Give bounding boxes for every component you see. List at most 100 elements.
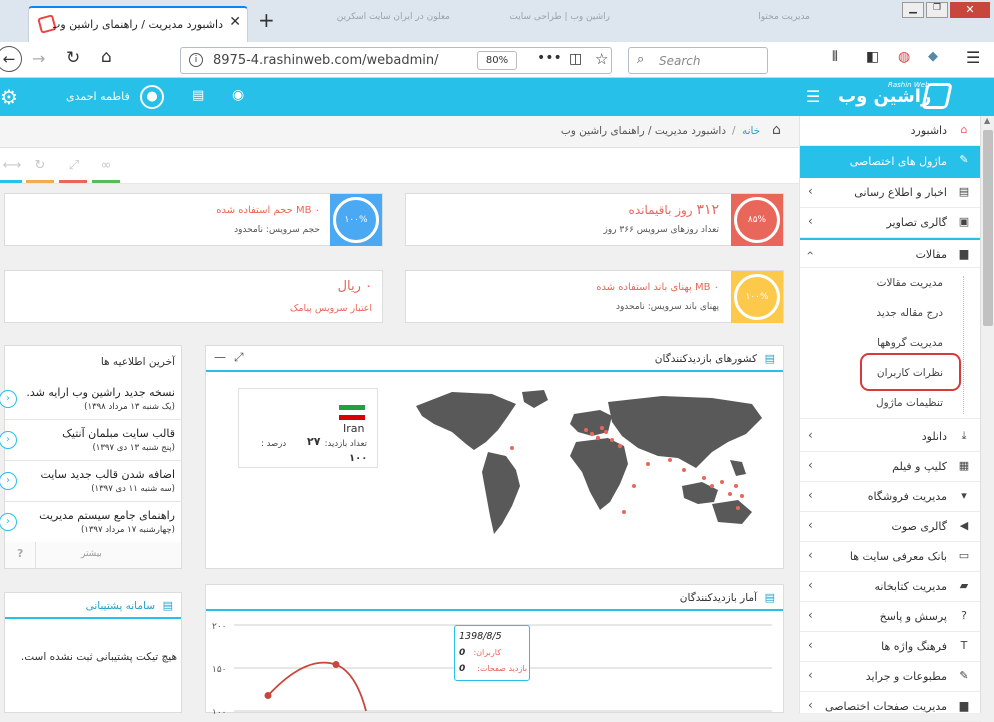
new-tab-button[interactable]: + (258, 8, 275, 32)
world-map[interactable] (412, 386, 776, 562)
sidebar-item-label: گالری صوت (891, 520, 948, 533)
window-minimize-button[interactable]: ▁ (902, 2, 924, 18)
sidebar-item-image-gallery[interactable]: ▣ گالری تصاویر › (800, 208, 981, 238)
stat-bandwidth-circle: ۱۰۰% (734, 274, 780, 320)
refresh-icon[interactable]: ↻ (28, 158, 52, 182)
news-item-title[interactable]: راهنمای جامع سیستم مدیریت (39, 509, 175, 522)
home-icon[interactable]: ⌂ (101, 47, 112, 67)
news-item[interactable]: نسخه جدید راشین وب ارایه شد. (یک شنبه ۱۳… (0, 380, 181, 420)
forward-icon[interactable]: → (32, 49, 45, 68)
sidebar-item-news[interactable]: ▤ اخبار و اطلاع رسانی › (800, 178, 981, 208)
back-icon[interactable]: ← (0, 46, 22, 72)
page-actions-icon[interactable]: ••• (537, 50, 562, 66)
news-item[interactable]: اضافه شدن قالب جدید سایت (سه شنبه ۱۱ دی … (0, 462, 181, 502)
browser-tab-active[interactable]: داشبورد مدیریت / راهنمای راشین وب ✕ (28, 6, 248, 42)
news-item[interactable]: قالب سایت مبلمان آنتیک (پنج شنبه ۱۳ دی ۱… (0, 421, 181, 461)
scroll-up-arrow-icon[interactable]: ▲ (984, 116, 990, 125)
info-icon[interactable]: i (189, 53, 203, 67)
data-point[interactable] (264, 692, 272, 700)
pocket-icon[interactable]: ◫ (569, 51, 582, 67)
extension-globe-icon[interactable]: ◍ (898, 49, 910, 65)
chevron-left-icon: › (808, 608, 813, 622)
stat-disk-badge: ۱۰۰% (330, 194, 382, 246)
sidebar-item[interactable]: ▰ مدیریت کتابخانه › (800, 572, 981, 602)
sidebar-item[interactable]: ◀ گالری صوت › (800, 512, 981, 542)
breadcrumb-home[interactable]: خانه (742, 125, 760, 137)
sidebar-subitem-manage-articles[interactable]: مدیریت مقالات (800, 268, 981, 298)
messages-icon[interactable]: ▤ (192, 88, 204, 103)
library-icon[interactable]: ⫴ (832, 49, 838, 65)
file-icon: ▆ (959, 699, 969, 712)
extension-icon[interactable]: ◆ (928, 49, 938, 64)
zoom-badge[interactable]: 80% (477, 51, 517, 70)
stat-card-days: ۸۵% ۳۱۲ روز باقیمانده تعداد روزهای سرویس… (405, 193, 784, 246)
menu-hamburger-icon[interactable]: ☰ (966, 48, 980, 67)
bookmark-star-icon[interactable]: ☆ (595, 50, 608, 68)
reload-icon[interactable]: ↻ (66, 48, 80, 68)
app-header: ⚙ فاطمه احمدی ● ▤ ◉ ☰ راشین وب Rashin We… (0, 78, 994, 116)
browser-search-input[interactable]: ⌕ Search (628, 47, 768, 74)
sidebar-item[interactable]: ✎ مطبوعات و جراید › (800, 662, 981, 692)
window-close-button[interactable]: ✕ (950, 2, 990, 18)
sidebar-item[interactable]: ▾ مدیریت فروشگاه › (800, 482, 981, 512)
globe-icon[interactable]: ◉ (232, 87, 244, 103)
address-bar[interactable]: i 8975-4.rashinweb.com/webadmin/ 80% •••… (180, 47, 612, 74)
sidebar-collapse-icon[interactable]: ☰ (806, 87, 820, 106)
sidebar-item[interactable]: ? پرسش و پاسخ › (800, 602, 981, 632)
news-item-title[interactable]: قالب سایت مبلمان آنتیک (62, 427, 175, 440)
sidebar-item-dashboard[interactable]: ⌂ داشبورد (800, 116, 981, 146)
news-item-arrow-icon[interactable]: ‹ (0, 431, 17, 449)
logo-text[interactable]: راشین وب (838, 86, 931, 107)
window-maximize-button[interactable]: ❐ (926, 2, 948, 18)
chevron-left-icon: › (808, 428, 813, 442)
sidebar-subitem-new-article[interactable]: درج مقاله جدید (800, 298, 981, 328)
sidebar-item[interactable]: T فرهنگ واژه ها › (800, 632, 981, 662)
news-item[interactable]: راهنمای جامع سیستم مدیریت (چهارشنبه ۱۷ م… (0, 503, 181, 543)
support-panel-icon: ▤ (162, 599, 173, 612)
sidebar-item-special-modules[interactable]: ✎ ماژول های اختصاصی (800, 146, 981, 178)
sidebar-subitem-module-settings[interactable]: تنظیمات ماژول (800, 388, 981, 418)
fullscreen-icon[interactable]: ⤢ (62, 158, 86, 182)
bg-tab-2[interactable]: راشین وب | طراحی سایت (480, 12, 610, 22)
stat-disk-sub: حجم سرویس: نامحدود (234, 225, 320, 235)
sidebar-toggle-icon[interactable]: ◧ (866, 49, 879, 65)
news-item-title[interactable]: اضافه شدن قالب جدید سایت (40, 468, 175, 481)
more-link[interactable]: بیشتر (81, 549, 102, 559)
link-icon[interactable]: ∞ (94, 158, 118, 182)
stat-card-sms: ۰ ریال اعتبار سرویس پیامک (4, 270, 383, 323)
sidebar-item[interactable]: ▭ بانک معرفی سایت ها › (800, 542, 981, 572)
avatar-icon[interactable]: ● (140, 85, 164, 109)
url-text[interactable]: 8975-4.rashinweb.com/webadmin/ (213, 53, 439, 68)
expand-icon[interactable]: ⤢ (234, 350, 244, 365)
tab-close-icon[interactable]: ✕ (229, 14, 241, 30)
logo-icon[interactable] (921, 83, 953, 109)
percent-label: درصد : (261, 439, 287, 449)
sidebar-item[interactable]: ⤓ دانلود › (800, 422, 981, 452)
search-placeholder: Search (659, 54, 701, 68)
scrollbar[interactable]: ▲ (980, 116, 994, 713)
y-tick-label: ۱۰۰ (212, 708, 227, 714)
news-item-title[interactable]: نسخه جدید راشین وب ارایه شد. (26, 386, 175, 399)
settings-gear-icon[interactable]: ⚙ (0, 85, 18, 109)
breadcrumb-home-icon[interactable]: ⌂ (772, 122, 781, 138)
news-item-arrow-icon[interactable]: ‹ (0, 390, 17, 408)
toolbar-indicator-orange (26, 180, 54, 183)
stat-disk-label: MB حجم استفاده شده (216, 205, 312, 216)
footer-divider (35, 542, 36, 568)
percent-value: ۱۰۰ (349, 453, 368, 464)
sidebar-item-articles[interactable]: ▆ مقالات › (800, 238, 981, 268)
sidebar-item[interactable]: ▦ کلیپ و فیلم › (800, 452, 981, 482)
stat-bandwidth-value: ۰ MB پهنای باند استفاده شده (596, 282, 719, 293)
bg-tab-1[interactable]: معلون در ایران سایت اسکرین (300, 12, 450, 22)
scroll-thumb[interactable] (983, 130, 993, 326)
news-item-arrow-icon[interactable]: ‹ (0, 472, 17, 490)
news-footer: بیشتر ? (5, 542, 181, 568)
bg-tab-3[interactable]: مدیریت محتوا (720, 12, 810, 22)
resize-icon[interactable]: ⟷ (0, 158, 24, 182)
data-point[interactable] (332, 661, 340, 669)
user-name[interactable]: فاطمه احمدی (66, 90, 130, 103)
minimize-icon[interactable]: — (214, 350, 226, 364)
sidebar-item[interactable]: ▆ مدیریت صفحات اختصاصی › (800, 692, 981, 722)
news-item-arrow-icon[interactable]: ‹ (0, 513, 17, 531)
help-icon[interactable]: ? (17, 547, 23, 560)
